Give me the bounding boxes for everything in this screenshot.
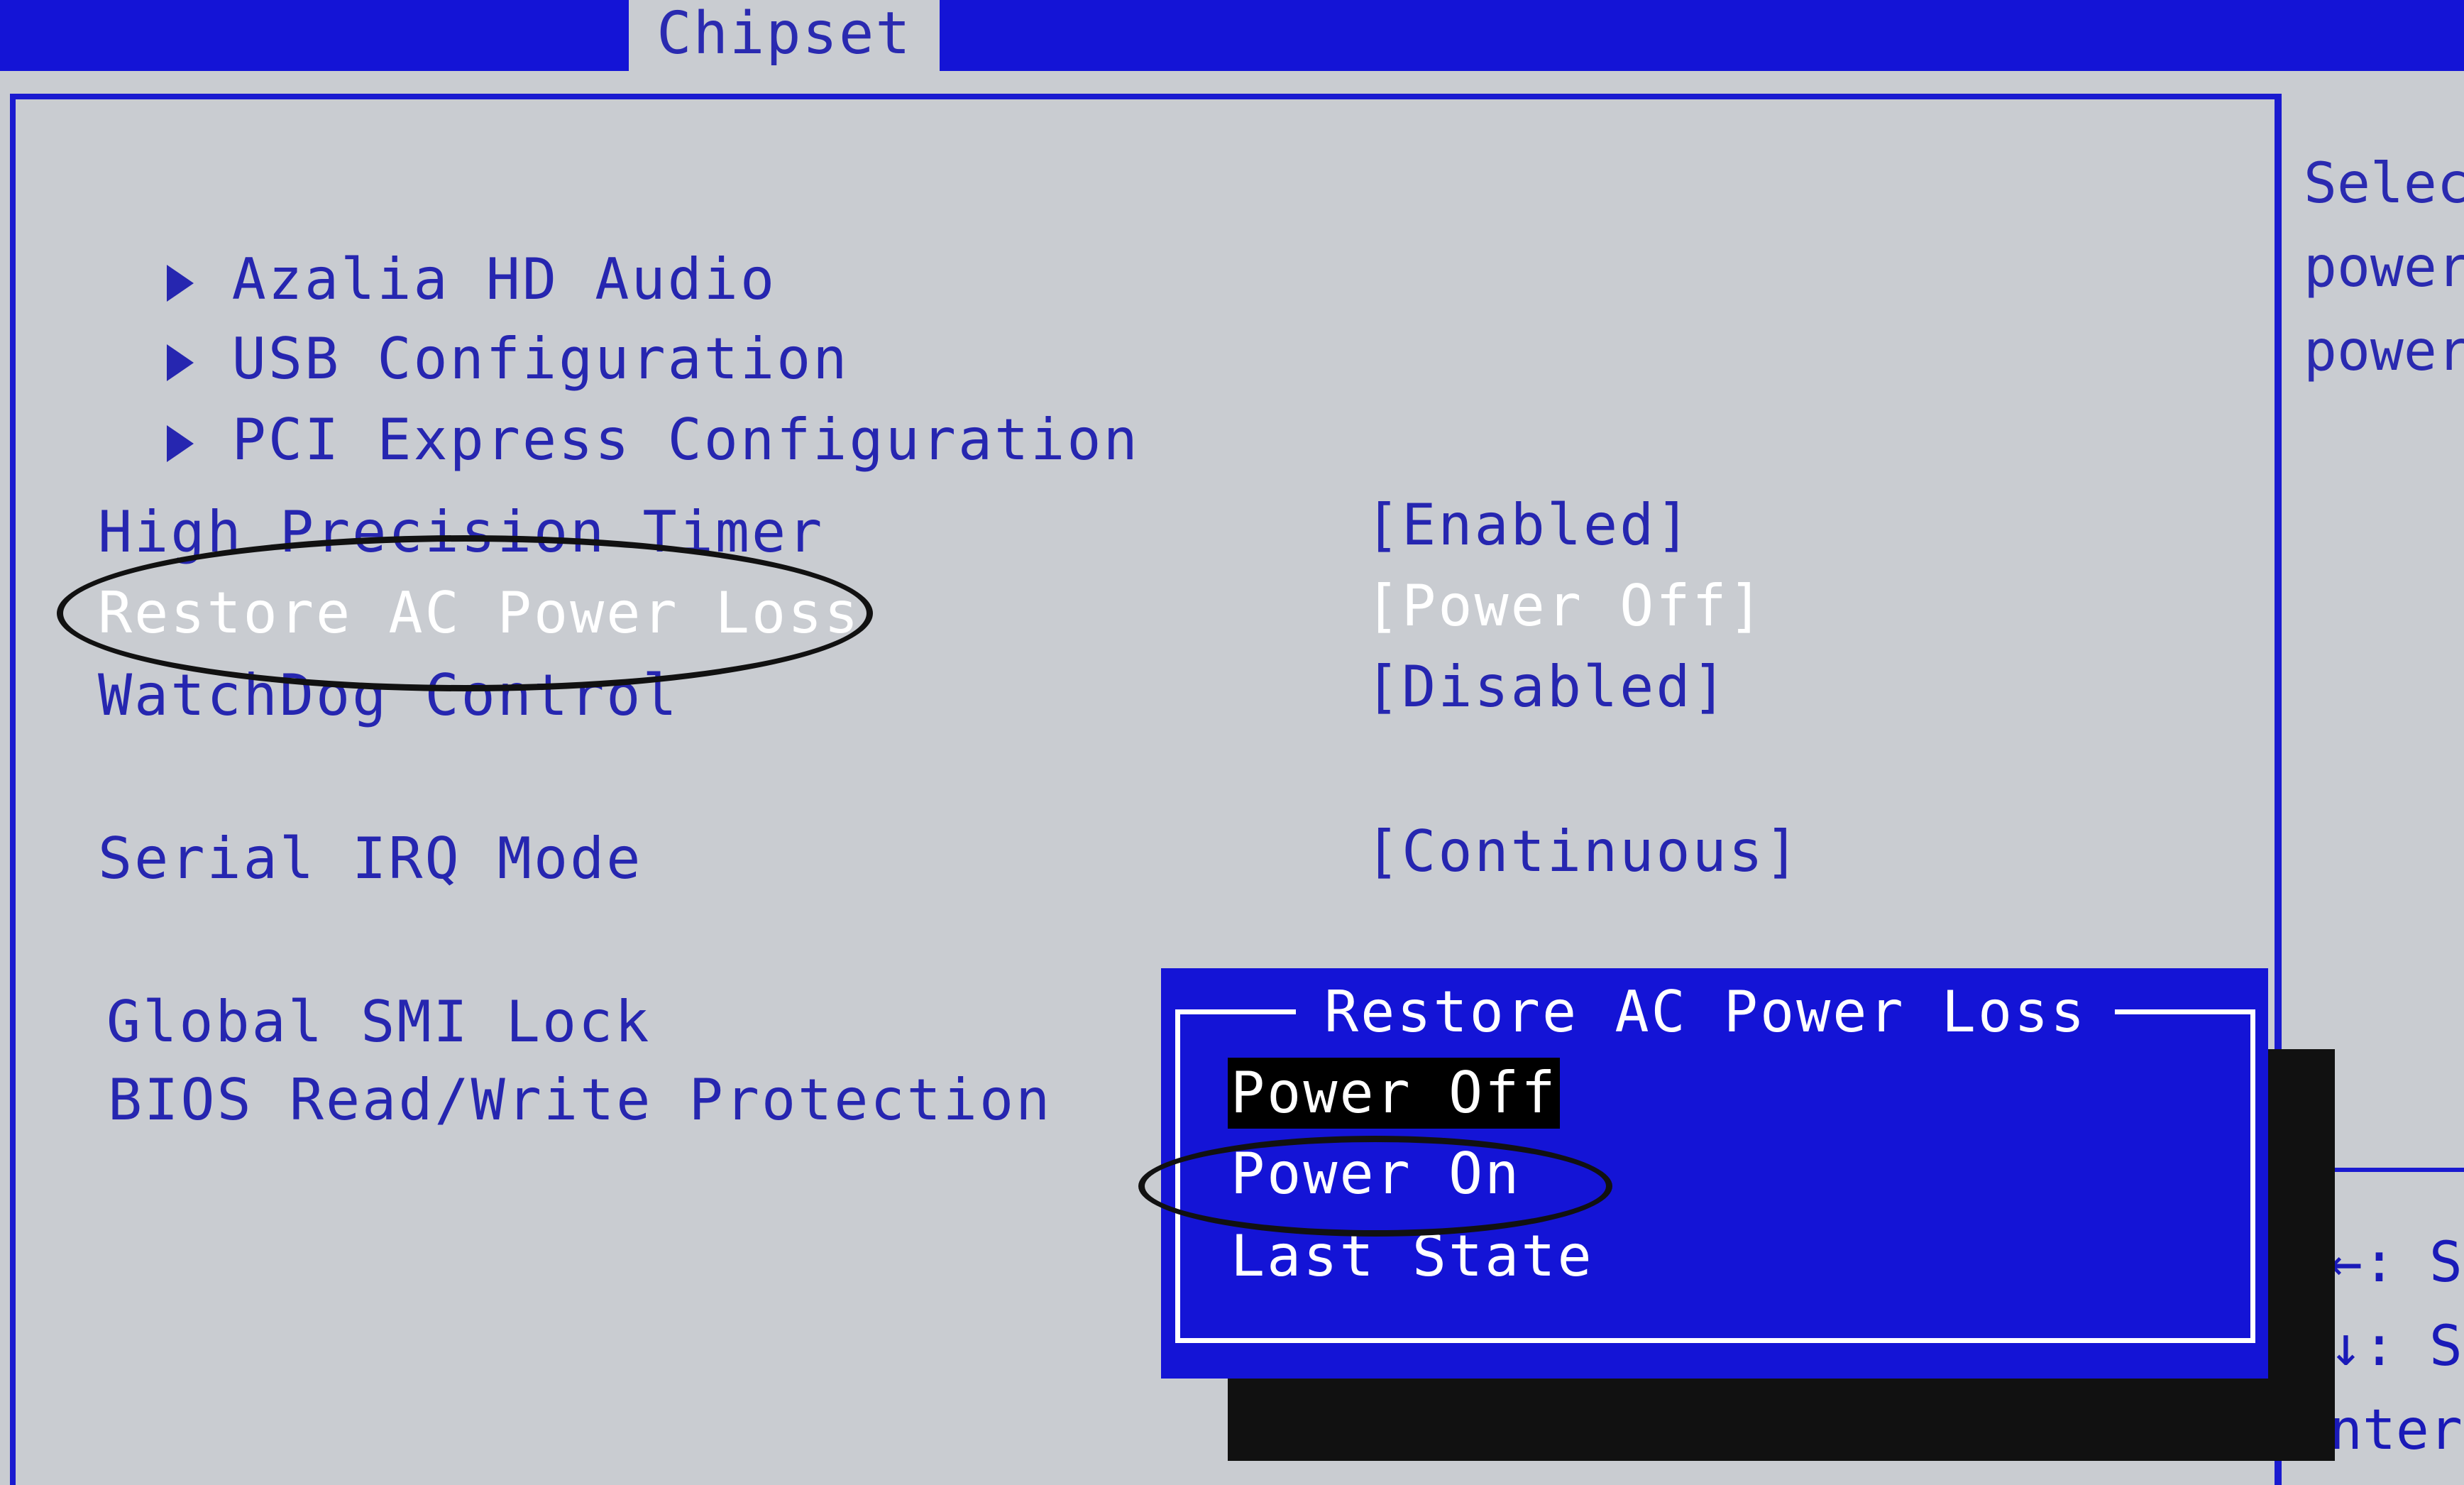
setting-serial-irq-mode[interactable]: Serial IRQ Mode <box>98 823 642 894</box>
title-bar-gap <box>0 71 2464 92</box>
bios-screen: Chipset Selec power power ←: S ↓: S nter… <box>0 0 2464 1485</box>
help-divider <box>2335 1168 2464 1172</box>
annotation-ellipse-power-on <box>1138 1136 1612 1237</box>
annotation-ellipse-setting <box>57 535 873 691</box>
value-serial-irq-mode[interactable]: [Continuous] <box>1365 816 1801 887</box>
popup-option-power-off[interactable]: Power Off <box>1228 1058 1561 1129</box>
submenu-arrow-icon <box>166 425 194 463</box>
setting-global-smi-lock[interactable]: Global SMI Lock <box>106 987 651 1058</box>
popup-title: Restore AC Power Loss <box>1296 977 2116 1048</box>
help-text: Selec power power <box>2304 152 2464 383</box>
setting-bios-read-write-protection[interactable]: BIOS Read/Write Protection <box>108 1065 1052 1136</box>
value-watchdog-control[interactable]: [Disabled] <box>1365 652 1729 723</box>
tab-chipset[interactable]: Chipset <box>629 0 940 71</box>
submenu-label: PCI Express Configuration <box>231 407 1140 473</box>
value-high-precision-timer[interactable]: [Enabled] <box>1365 490 1692 561</box>
key-legend: ←: S ↓: S nter <box>2329 1231 2463 1462</box>
value-restore-ac-power-loss[interactable]: [Power Off] <box>1365 571 1765 642</box>
